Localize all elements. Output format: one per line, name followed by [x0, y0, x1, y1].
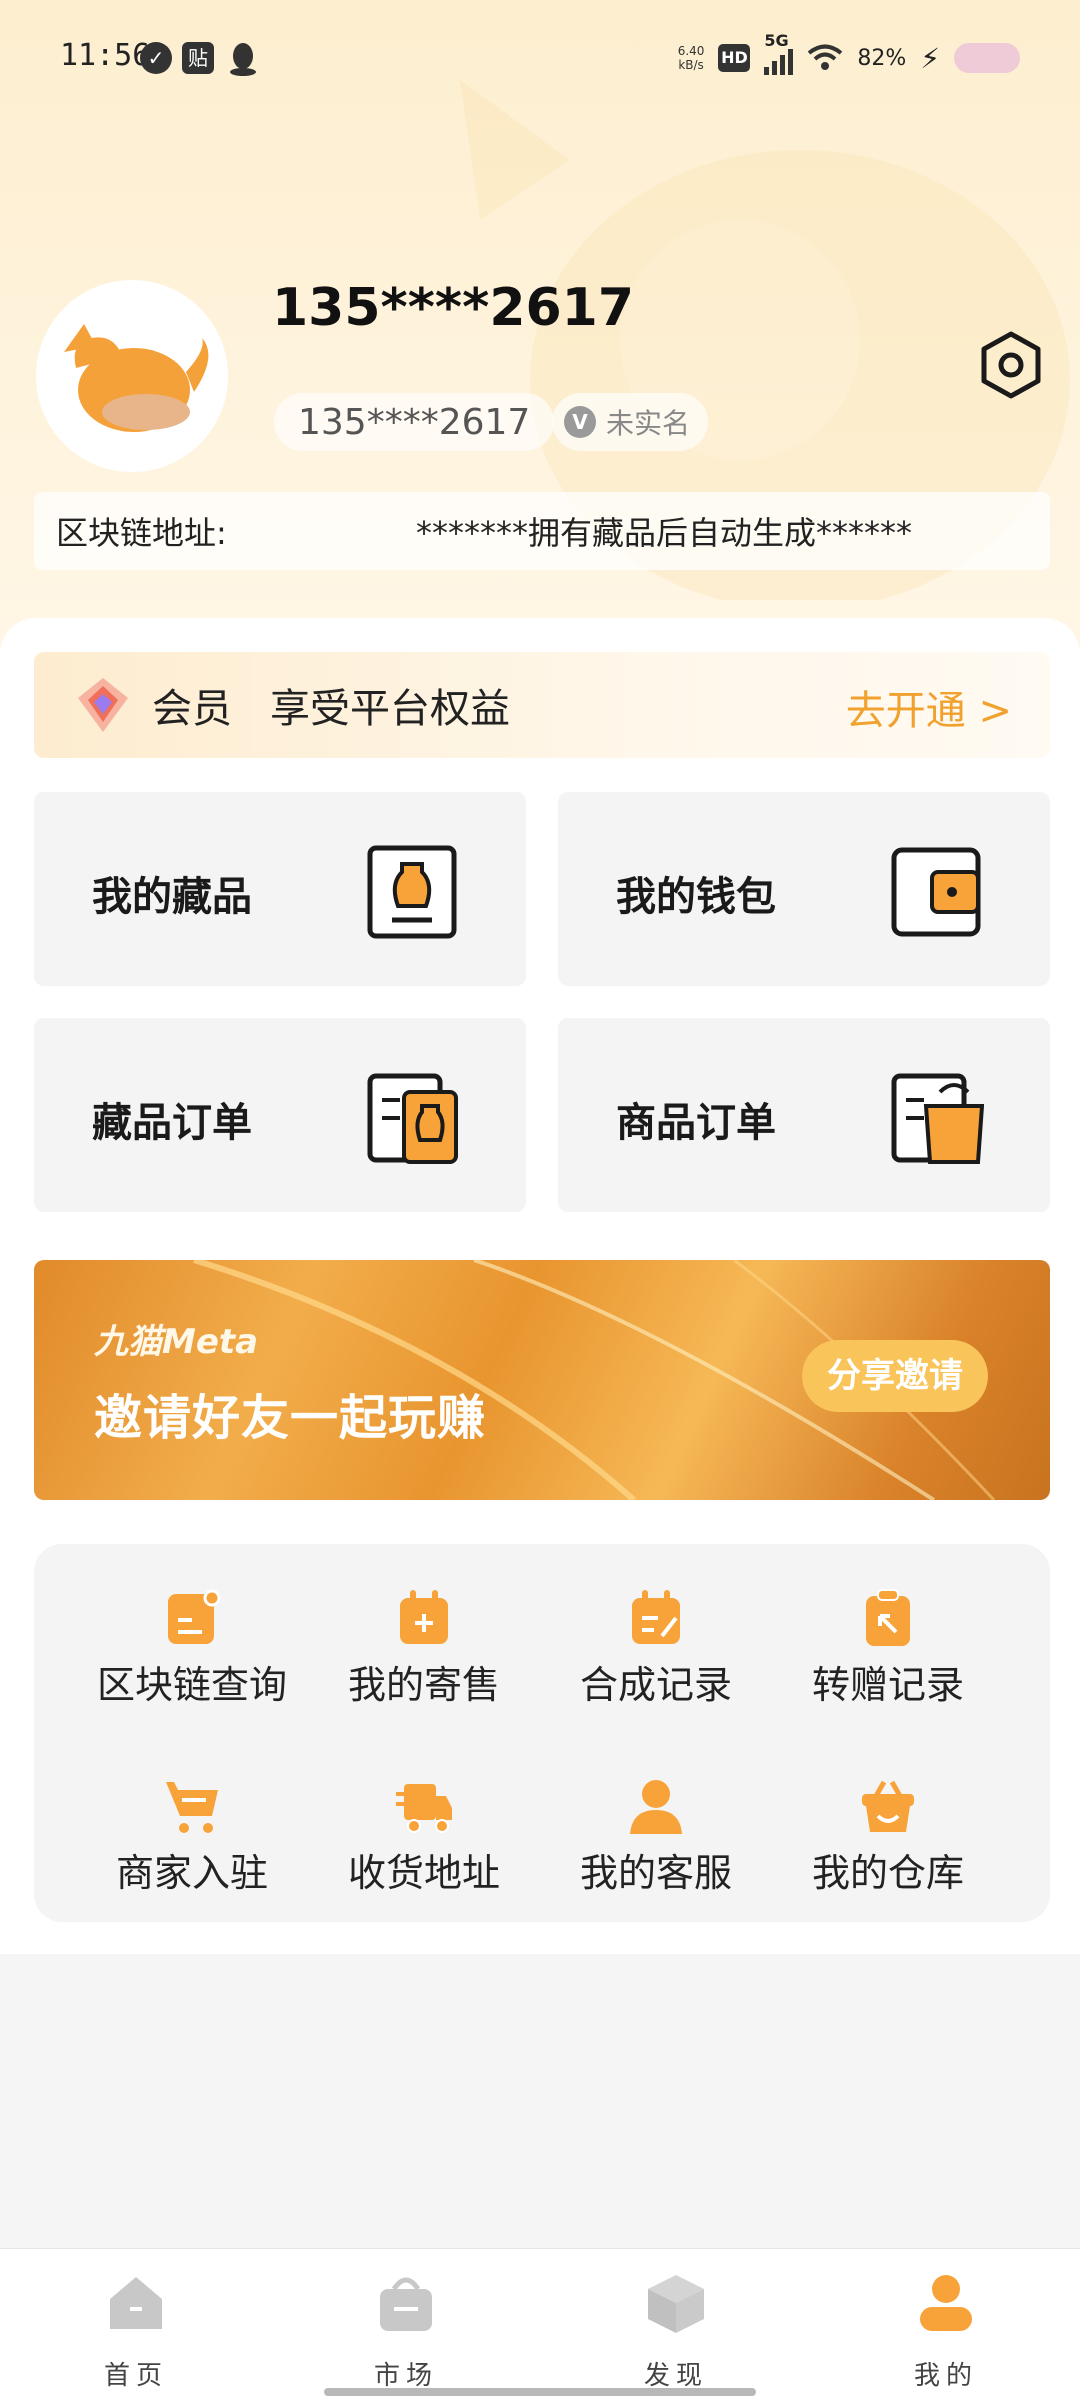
- tile-collection-orders[interactable]: 藏品订单: [34, 1018, 526, 1212]
- share-invite-button[interactable]: 分享邀请: [802, 1340, 988, 1412]
- wifi-icon: [808, 44, 843, 70]
- tile-label: 商品订单: [616, 1100, 776, 1146]
- status-right: 6.40 kB/s HD 5G 82% ⚡: [677, 31, 1020, 80]
- banner-title: 邀请好友一起玩赚: [94, 1390, 487, 1446]
- tool-blockchain-query[interactable]: 区块链查询: [76, 1588, 308, 1728]
- tool-my-warehouse[interactable]: 我的仓库: [772, 1776, 1004, 1916]
- blockchain-address-value: *******拥有藏品后自动生成******: [416, 514, 913, 552]
- tool-shipping-address[interactable]: 收货地址: [308, 1776, 540, 1916]
- nav-item-discover[interactable]: 发现: [606, 2271, 746, 2391]
- verify-status-pill[interactable]: V 未实名: [552, 393, 709, 451]
- bottom-nav: 首页 市场 发现 我的: [0, 2248, 1080, 2400]
- consignment-icon: [400, 1590, 448, 1644]
- status-time: 11:56: [60, 38, 151, 73]
- tool-label: 转赠记录: [811, 1663, 964, 1707]
- home-icon: [110, 2277, 162, 2329]
- tool-customer-service[interactable]: 我的客服: [540, 1776, 772, 1916]
- tool-synthesis-record[interactable]: 合成记录: [540, 1588, 772, 1728]
- settings-hexagon-icon[interactable]: [978, 330, 1044, 400]
- vase-icon: [367, 845, 457, 939]
- profile-icon: [920, 2275, 972, 2331]
- delivery-truck-icon: [396, 1784, 452, 1833]
- tool-label: 区块链查询: [96, 1663, 287, 1707]
- avatar[interactable]: [36, 280, 228, 472]
- nav-label: 市场: [373, 2361, 438, 2391]
- tool-label: 合成记录: [579, 1663, 732, 1707]
- market-bag-icon: [380, 2277, 432, 2331]
- tool-transfer-record[interactable]: 转赠记录: [772, 1588, 1004, 1728]
- nav-item-home[interactable]: 首页: [66, 2271, 206, 2391]
- paste-icon: 贴: [182, 42, 214, 74]
- tile-label: 藏品订单: [92, 1100, 252, 1146]
- blockchain-address-label: 区块链地址:: [56, 514, 227, 552]
- tile-label: 我的藏品: [92, 874, 252, 920]
- blockchain-address-row: 区块链地址: *******拥有藏品后自动生成******: [34, 492, 1050, 570]
- nav-label: 我的: [913, 2361, 978, 2391]
- nav-label: 发现: [643, 2361, 708, 2391]
- vip-title: 会员: [152, 686, 232, 732]
- nav-item-profile[interactable]: 我的: [876, 2271, 1016, 2391]
- transfer-record-icon: [866, 1589, 910, 1646]
- warehouse-basket-icon: [862, 1780, 914, 1832]
- blockchain-query-icon: [168, 1589, 221, 1644]
- invite-banner[interactable]: 九猫Meta 邀请好友一起玩赚 分享邀请: [34, 1260, 1050, 1500]
- tile-label: 我的钱包: [616, 874, 776, 920]
- tile-product-orders[interactable]: 商品订单: [558, 1018, 1050, 1212]
- wallet-icon: [891, 847, 981, 937]
- tool-merchant-join[interactable]: 商家入驻: [76, 1776, 308, 1916]
- charging-icon: ⚡: [920, 41, 940, 75]
- tool-label: 我的客服: [579, 1851, 732, 1895]
- vip-desc: 享受平台权益: [270, 686, 510, 732]
- network-speed: 6.40 kB/s: [677, 44, 705, 72]
- username: 135****2617: [272, 278, 635, 338]
- tool-label: 商家入驻: [115, 1851, 268, 1895]
- nav-item-market[interactable]: 市场: [336, 2271, 476, 2391]
- shopping-bag-order-icon: [891, 1073, 984, 1164]
- penguin-icon: [230, 43, 256, 76]
- cat-logo-icon: [64, 324, 209, 432]
- cart-icon: [166, 1782, 218, 1833]
- check-circle-icon: ✓: [140, 42, 172, 74]
- collection-order-icon: [367, 1073, 458, 1164]
- tool-my-consignment[interactable]: 我的寄售: [308, 1588, 540, 1728]
- signal-icon: 5G: [764, 31, 794, 75]
- discover-cube-icon: [648, 2275, 704, 2333]
- customer-service-icon: [630, 1780, 682, 1834]
- status-bar: 11:56 ✓ 贴 6.40 kB/s HD 5G 82% ⚡: [0, 0, 1080, 120]
- tools-grid: 区块链查询 我的寄售 合成记录 转赠记录 商家入驻 收货地址 我的客服 我的仓库: [34, 1544, 1050, 1922]
- verify-icon: V: [564, 406, 596, 438]
- home-indicator[interactable]: [324, 2388, 756, 2396]
- verify-status-label: 未实名: [606, 407, 691, 440]
- tool-label: 我的寄售: [347, 1663, 500, 1707]
- tile-my-wallet[interactable]: 我的钱包: [558, 792, 1050, 986]
- vip-activate-link[interactable]: 去开通 >: [846, 678, 1012, 736]
- tile-my-collection[interactable]: 我的藏品: [34, 792, 526, 986]
- nav-label: 首页: [103, 2361, 168, 2391]
- tool-label: 我的仓库: [811, 1851, 964, 1895]
- vip-gem-icon: [78, 678, 128, 732]
- phone-pill: 135****2617: [274, 393, 555, 451]
- tool-label: 收货地址: [347, 1851, 500, 1895]
- synthesis-record-icon: [632, 1590, 680, 1644]
- battery-icon: [954, 43, 1020, 73]
- hd-icon: HD: [718, 44, 751, 72]
- vip-banner[interactable]: 会员 享受平台权益 去开通 >: [34, 652, 1050, 758]
- battery-percent: 82%: [857, 45, 907, 71]
- banner-brand: 九猫Meta: [94, 1322, 259, 1362]
